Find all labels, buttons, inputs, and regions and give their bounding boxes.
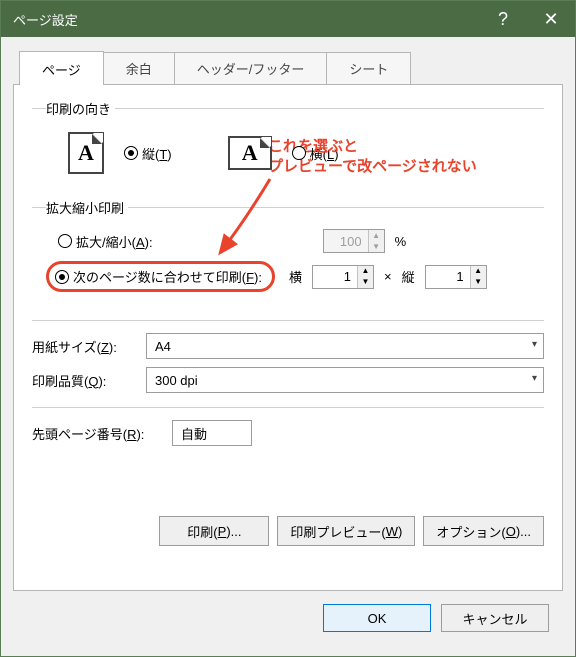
separator: [32, 320, 544, 321]
tab-page[interactable]: ページ: [19, 51, 104, 85]
scaling-legend: 拡大縮小印刷: [46, 198, 128, 217]
ok-button[interactable]: OK: [323, 604, 431, 632]
spin-down-icon[interactable]: ▼: [369, 241, 384, 252]
separator: [32, 407, 544, 408]
landscape-icon: A: [228, 136, 272, 170]
chevron-down-icon: ▾: [532, 373, 537, 384]
spin-up-icon[interactable]: ▲: [471, 266, 486, 277]
tab-sheet[interactable]: シート: [326, 52, 411, 84]
tab-strip: ページ 余白 ヘッダー/フッター シート: [19, 51, 563, 84]
help-button[interactable]: ?: [479, 1, 527, 37]
orientation-legend: 印刷の向き: [46, 99, 115, 118]
cancel-button[interactable]: キャンセル: [441, 604, 549, 632]
adjust-radio[interactable]: 拡大/縮小(A):: [58, 232, 153, 251]
options-button[interactable]: オプション(O)...: [423, 516, 544, 546]
spin-up-icon[interactable]: ▲: [358, 266, 373, 277]
paper-size-label: 用紙サイズ(Z):: [32, 337, 146, 356]
tab-header-footer[interactable]: ヘッダー/フッター: [174, 52, 328, 84]
chevron-down-icon: ▾: [532, 339, 537, 350]
adjust-value: [324, 230, 368, 252]
title-label: ページ設定: [13, 10, 479, 29]
fit-radio[interactable]: 次のページ数に合わせて印刷(F):: [55, 267, 262, 286]
tall-value: [426, 266, 470, 288]
wide-spin[interactable]: ▲▼: [312, 265, 374, 289]
close-button[interactable]: ✕: [527, 1, 575, 37]
adjust-spin[interactable]: ▲▼: [323, 229, 385, 253]
tab-body: これを選ぶとプレビューで改ページされない 印刷の向き A: [13, 84, 563, 591]
print-button[interactable]: 印刷(P)...: [159, 516, 269, 546]
paper-size-value: A4: [155, 339, 171, 354]
spin-down-icon[interactable]: ▼: [471, 277, 486, 288]
print-preview-button[interactable]: 印刷プレビュー(W): [277, 516, 415, 546]
scaling-group: 拡大縮小印刷 拡大/縮小(A): ▲▼ %: [32, 198, 544, 306]
titlebar: ページ設定 ? ✕: [1, 1, 575, 37]
tab-margin[interactable]: 余白: [103, 52, 175, 84]
paper-size-combo[interactable]: A4 ▾: [146, 333, 544, 359]
spin-up-icon[interactable]: ▲: [369, 230, 384, 241]
page-setup-dialog: ページ設定 ? ✕ ページ 余白 ヘッダー/フッター シート これを選ぶとプレビ…: [0, 0, 576, 657]
tall-label: 縦: [402, 267, 415, 286]
print-quality-combo[interactable]: 300 dpi ▾: [146, 367, 544, 393]
first-page-input[interactable]: 自動: [172, 420, 252, 446]
spin-down-icon[interactable]: ▼: [358, 277, 373, 288]
portrait-radio[interactable]: 縦(T): [124, 144, 172, 163]
fit-radio-highlight: 次のページ数に合わせて印刷(F):: [46, 261, 275, 292]
times-label: ×: [384, 269, 392, 284]
print-quality-label: 印刷品質(Q):: [32, 371, 146, 390]
percent-label: %: [395, 234, 407, 249]
wide-label: 横: [289, 267, 302, 286]
portrait-icon: A: [68, 132, 104, 174]
first-page-value: 自動: [181, 424, 207, 443]
dialog-footer: OK キャンセル: [13, 591, 563, 644]
wide-value: [313, 266, 357, 288]
print-quality-value: 300 dpi: [155, 373, 198, 388]
tall-spin[interactable]: ▲▼: [425, 265, 487, 289]
first-page-label: 先頭ページ番号(R):: [32, 424, 172, 443]
